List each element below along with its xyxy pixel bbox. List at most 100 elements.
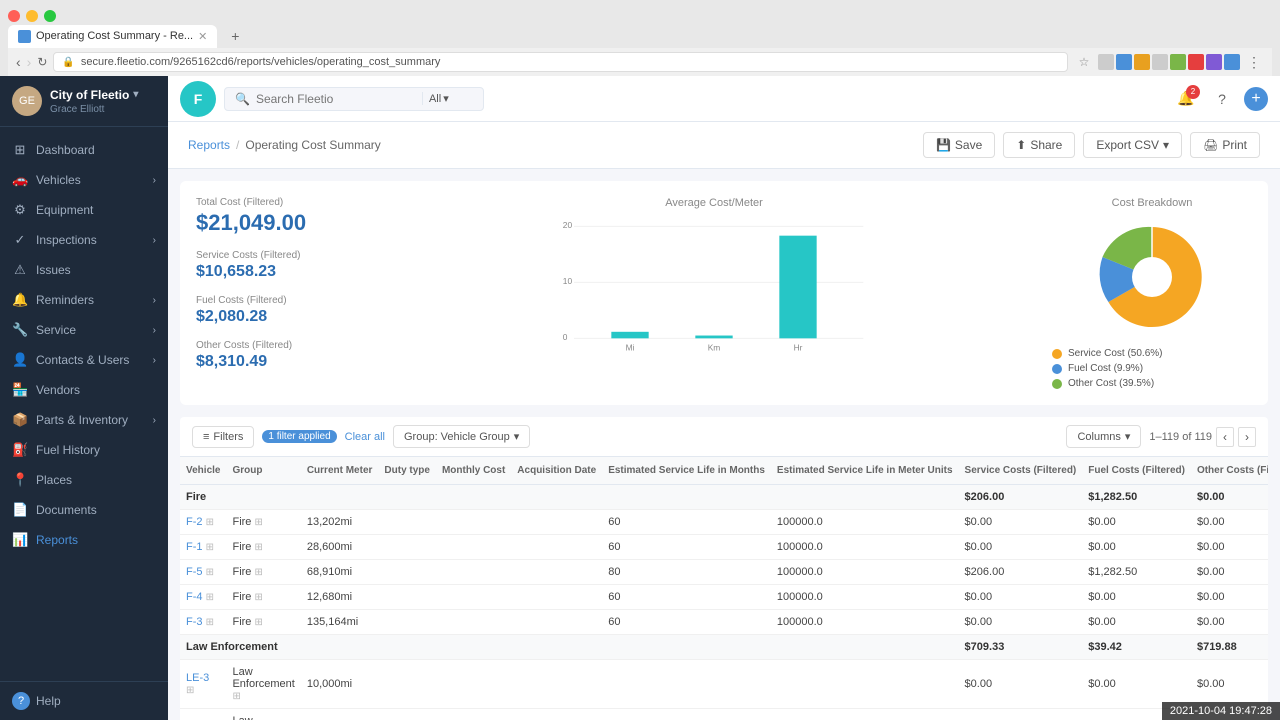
svg-text:10: 10	[563, 276, 573, 286]
col-group[interactable]: Group	[226, 457, 300, 485]
service-cost-label: Service Costs (Filtered)	[196, 250, 376, 261]
vehicle-link-f1[interactable]: F-1	[186, 541, 203, 553]
service-cost-value: $10,658.23	[196, 263, 376, 281]
pie-chart-svg	[1092, 217, 1212, 337]
browser-btn-maximize[interactable]	[44, 10, 56, 22]
add-btn[interactable]: +	[1244, 87, 1268, 111]
page-actions: 💾 Save ⬆ Share Export CSV ▾ 🖨 Print	[923, 132, 1260, 158]
table-row: DW-2 ⊞ Law Enforcement ⊞ 16,595mi light …	[180, 709, 1268, 720]
extension-icon-6[interactable]	[1188, 54, 1204, 70]
sidebar-item-equipment[interactable]: ⚙ Equipment	[0, 195, 168, 225]
browser-menu-icon[interactable]: ⋮	[1244, 52, 1264, 72]
filters-button[interactable]: ≡ Filters	[192, 426, 254, 448]
col-acquisition-date[interactable]: Acquisition Date	[511, 457, 602, 485]
filters-bar: ≡ Filters 1 filter applied Clear all Gro…	[180, 417, 1268, 457]
legend-label-service: Service Cost (50.6%)	[1068, 348, 1162, 359]
notifications-btn[interactable]: 🔔 2	[1172, 85, 1200, 113]
extension-icon-7[interactable]	[1206, 54, 1222, 70]
sidebar-item-label: Issues	[36, 263, 71, 277]
meta-icon: ⊞	[206, 542, 214, 553]
col-service-costs[interactable]: Service Costs (Filtered)	[959, 457, 1083, 485]
org-name[interactable]: City of Fleetio ▾	[50, 88, 138, 102]
sidebar-item-places[interactable]: 📍 Places	[0, 465, 168, 495]
bar-chart-title: Average Cost/Meter	[396, 197, 1032, 209]
col-est-life-meters[interactable]: Estimated Service Life in Meter Units	[771, 457, 959, 485]
col-other-costs[interactable]: Other Costs (Filtered)	[1191, 457, 1268, 485]
export-chevron-icon: ▾	[1163, 138, 1169, 152]
sidebar-item-reminders[interactable]: 🔔 Reminders ›	[0, 285, 168, 315]
browser-chrome: Operating Cost Summary - Re... ✕ + ‹ › ↻…	[0, 0, 1280, 76]
vehicle-link-le3[interactable]: LE-3	[186, 672, 209, 684]
col-fuel-costs[interactable]: Fuel Costs (Filtered)	[1082, 457, 1191, 485]
sidebar-item-service[interactable]: 🔧 Service ›	[0, 315, 168, 345]
datetime-badge: 2021-10-04 19:47:28	[1162, 702, 1280, 720]
extension-icon-5[interactable]	[1170, 54, 1186, 70]
tab-favicon	[18, 30, 31, 43]
sidebar-item-parts[interactable]: 📦 Parts & Inventory ›	[0, 405, 168, 435]
browser-btn-minimize[interactable]	[26, 10, 38, 22]
vehicle-link-f3[interactable]: F-3	[186, 616, 203, 628]
vehicle-link-f5[interactable]: F-5	[186, 566, 203, 578]
vehicles-icon: 🚗	[12, 172, 28, 188]
address-bar[interactable]: 🔒 secure.fleetio.com/9265162cd6/reports/…	[53, 52, 1068, 72]
legend-label-fuel: Fuel Cost (9.9%)	[1068, 363, 1143, 374]
clear-all-link[interactable]: Clear all	[345, 431, 385, 443]
col-vehicle[interactable]: Vehicle	[180, 457, 226, 485]
nav-forward-btn[interactable]: ›	[27, 54, 32, 70]
search-filter-dropdown[interactable]: All ▾	[422, 92, 455, 105]
dashboard-icon: ⊞	[12, 142, 28, 158]
extension-icon-2[interactable]	[1116, 54, 1132, 70]
main-content: Reports / Operating Cost Summary 💾 Save …	[168, 122, 1280, 720]
other-cost-value: $8,310.49	[196, 353, 376, 371]
sidebar-item-dashboard[interactable]: ⊞ Dashboard	[0, 135, 168, 165]
extension-icon-1[interactable]	[1098, 54, 1114, 70]
breadcrumb-separator: /	[236, 138, 239, 152]
extension-icon-8[interactable]	[1224, 54, 1240, 70]
sidebar-item-vehicles[interactable]: 🚗 Vehicles ›	[0, 165, 168, 195]
fuel-icon: ⛽	[12, 442, 28, 458]
total-cost-stat: Total Cost (Filtered) $21,049.00	[196, 197, 376, 236]
group-by-button[interactable]: Group: Vehicle Group ▾	[393, 425, 530, 448]
new-tab-btn[interactable]: +	[223, 24, 247, 48]
nav-back-btn[interactable]: ‹	[16, 54, 21, 70]
browser-btn-close[interactable]	[8, 10, 20, 22]
print-button[interactable]: 🖨 Print	[1190, 132, 1260, 158]
bookmark-icon[interactable]: ☆	[1074, 52, 1094, 72]
tab-close-icon[interactable]: ✕	[198, 30, 207, 43]
prev-page-btn[interactable]: ‹	[1216, 427, 1234, 447]
help-circle-btn[interactable]: ?	[1208, 85, 1236, 113]
col-duty-type[interactable]: Duty type	[378, 457, 436, 485]
total-cost-label: Total Cost (Filtered)	[196, 197, 376, 208]
next-page-btn[interactable]: ›	[1238, 427, 1256, 447]
sidebar-item-reports[interactable]: 📊 Reports	[0, 525, 168, 555]
sidebar-item-documents[interactable]: 📄 Documents	[0, 495, 168, 525]
page-header: Reports / Operating Cost Summary 💾 Save …	[168, 122, 1280, 169]
org-dropdown-icon: ▾	[133, 89, 138, 100]
sidebar-item-vendors[interactable]: 🏪 Vendors	[0, 375, 168, 405]
extension-icon-3[interactable]	[1134, 54, 1150, 70]
search-bar[interactable]: 🔍 All ▾	[224, 87, 484, 111]
sidebar-item-issues[interactable]: ⚠ Issues	[0, 255, 168, 285]
save-button[interactable]: 💾 Save	[923, 132, 995, 158]
extension-icon-4[interactable]	[1152, 54, 1168, 70]
nav-refresh-btn[interactable]: ↻	[37, 55, 47, 69]
breadcrumb-parent[interactable]: Reports	[188, 138, 230, 152]
bar-chart-svg: 20 10 0 Mi Km	[396, 217, 1032, 357]
group-header-law-enforcement: Law Enforcement $709.33 $39.42 $719.88 $…	[180, 635, 1268, 660]
share-button[interactable]: ⬆ Share	[1003, 132, 1075, 158]
sidebar-item-inspections[interactable]: ✓ Inspections ›	[0, 225, 168, 255]
col-est-life-months[interactable]: Estimated Service Life in Months	[602, 457, 771, 485]
sidebar-item-fuel[interactable]: ⛽ Fuel History	[0, 435, 168, 465]
export-csv-button[interactable]: Export CSV ▾	[1083, 132, 1182, 158]
url-text: secure.fleetio.com/9265162cd6/reports/ve…	[81, 56, 441, 68]
col-monthly-cost[interactable]: Monthly Cost	[436, 457, 511, 485]
reports-icon: 📊	[12, 532, 28, 548]
vehicle-link-f2[interactable]: F-2	[186, 516, 203, 528]
user-name: Grace Elliott	[50, 104, 138, 115]
help-btn[interactable]: ? Help	[0, 681, 168, 720]
col-current-meter[interactable]: Current Meter	[301, 457, 379, 485]
search-input[interactable]	[256, 92, 416, 106]
columns-button[interactable]: Columns ▾	[1066, 425, 1141, 448]
sidebar-item-contacts[interactable]: 👤 Contacts & Users ›	[0, 345, 168, 375]
vehicle-link-f4[interactable]: F-4	[186, 591, 203, 603]
